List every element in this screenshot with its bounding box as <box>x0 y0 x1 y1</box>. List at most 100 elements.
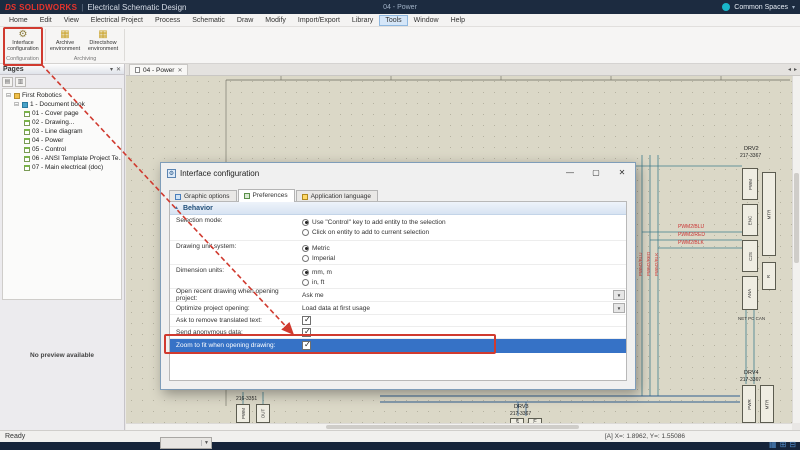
tab-scroll-left-icon[interactable]: ◂ <box>788 66 791 73</box>
menu-edit[interactable]: Edit <box>34 15 58 26</box>
checkbox-send-anonymous-data[interactable]: ✓ <box>302 328 311 337</box>
page-icon <box>24 156 30 162</box>
tree-collapse-icon[interactable]: ⊟ <box>14 101 20 108</box>
archive-environment-button[interactable]: ▦ Archive environment <box>47 29 83 55</box>
row-zoom-to-fit: Zoom to fit when opening drawing: ✓ <box>170 339 626 353</box>
archive-environment-icon: ▦ <box>60 29 69 40</box>
panel-close-icon[interactable]: ✕ <box>116 66 121 73</box>
component-footer: NET PC CAN <box>738 316 765 321</box>
project-icon <box>14 93 20 99</box>
component-port[interactable]: ENC <box>742 204 758 236</box>
row-open-recent-drawing: Open recent drawing when opening project… <box>170 289 626 302</box>
zoom-fit-icon[interactable]: ⊟ <box>789 440 796 449</box>
document-tab-power[interactable]: 04 - Power ✕ <box>129 64 188 75</box>
component-port[interactable]: C2S <box>742 240 758 272</box>
tree-item-document-book[interactable]: ⊟ 1 - Document book <box>3 100 121 109</box>
row-ask-remove-translated-text: Ask to remove translated text: ✓ <box>170 315 626 327</box>
bottom-dropdown-arrow-icon[interactable]: ▼ <box>201 440 211 446</box>
cursor-coordinates: [A] X=: 1.8962, Y=: 1.55086 <box>605 433 685 440</box>
tab-close-icon[interactable]: ✕ <box>177 67 182 74</box>
menu-tools[interactable]: Tools <box>379 15 407 26</box>
menu-library[interactable]: Library <box>346 15 379 26</box>
interface-configuration-icon: ⚙ <box>19 29 28 40</box>
titlebar: DS SOLIDWORKS | Electrical Schematic Des… <box>0 0 800 14</box>
zoom-window-icon[interactable]: ⊞ <box>780 440 787 449</box>
tab-scroll-right-icon[interactable]: ▸ <box>794 66 797 73</box>
radio-imperial[interactable] <box>302 255 309 262</box>
tree-item-main-electrical[interactable]: 07 - Main electrical (doc) <box>3 163 121 172</box>
checkbox-zoom-to-fit[interactable]: ✓ <box>302 341 311 350</box>
menu-draw[interactable]: Draw <box>231 15 259 26</box>
tree-item-control[interactable]: 05 - Control <box>3 145 121 154</box>
tree-item-power[interactable]: 04 - Power <box>3 136 121 145</box>
menu-import-export[interactable]: Import/Export <box>292 15 346 26</box>
tree-item-line-diagram[interactable]: 03 - Line diagram <box>3 127 121 136</box>
preferences-icon <box>244 193 250 199</box>
row-send-anonymous-data: Send anonymous data: ✓ <box>170 327 626 339</box>
pages-panel-header: Pages ▾ ✕ <box>0 64 124 75</box>
menu-home[interactable]: Home <box>3 15 34 26</box>
application-language-icon <box>302 194 308 200</box>
dialog-titlebar[interactable]: ⚙ Interface configuration — ▢ ✕ <box>161 163 635 183</box>
component-port[interactable]: PWM <box>236 404 250 423</box>
bottom-dropdown[interactable]: ▼ <box>160 437 212 449</box>
pages-panel: Pages ▾ ✕ ▤ ▥ ⊟ First Robotics ⊟ 1 - Doc… <box>0 64 125 430</box>
component-port[interactable]: R <box>762 262 776 290</box>
menu-process[interactable]: Process <box>149 15 186 26</box>
preferences-panel: ▲ Behavior Selection mode: Use "Control"… <box>169 201 627 381</box>
menu-electrical-project[interactable]: Electrical Project <box>85 15 149 26</box>
menu-schematic[interactable]: Schematic <box>186 15 231 26</box>
horizontal-scroll-thumb[interactable] <box>326 425 579 429</box>
vertical-scroll-thumb[interactable] <box>794 173 799 263</box>
component-part: 217-3367 <box>740 153 761 159</box>
menu-help[interactable]: Help <box>445 15 471 26</box>
component-port[interactable]: OUT <box>256 404 270 423</box>
menu-modify[interactable]: Modify <box>259 15 292 26</box>
pages-tool-button-2[interactable]: ▥ <box>15 77 26 87</box>
grid-view-icon[interactable]: ▦ <box>769 440 777 449</box>
tree-item-drawing[interactable]: 02 - Drawing... <box>3 118 121 127</box>
menu-view[interactable]: View <box>58 15 85 26</box>
checkbox-ask-remove-translated-text[interactable]: ✓ <box>302 316 311 325</box>
account-caret-icon[interactable]: ▾ <box>792 4 795 11</box>
tree-item-ansi-template[interactable]: 06 - ANSI Template Project Te... <box>3 154 121 163</box>
behavior-section-header[interactable]: ▲ Behavior <box>170 202 626 215</box>
component-port[interactable]: ANA <box>742 276 758 310</box>
vertical-scrollbar[interactable] <box>792 76 800 423</box>
app-name: Electrical Schematic Design <box>87 3 186 12</box>
dialog-maximize-button[interactable]: ▢ <box>583 163 609 183</box>
component-port[interactable]: PWR <box>742 385 756 423</box>
tab-preferences[interactable]: Preferences <box>238 189 295 202</box>
account-name[interactable]: Common Spaces <box>734 4 788 11</box>
row-selection-mode: Selection mode: Use "Control" key to add… <box>170 215 626 241</box>
wire-label-vertical: PWM2/BLU <box>638 252 643 276</box>
optimize-opening-value[interactable]: Load data at first usage <box>302 305 370 312</box>
interface-configuration-button[interactable]: ⚙ Interface configuration <box>5 29 41 55</box>
pages-panel-title: Pages <box>3 66 24 73</box>
open-recent-dropdown-icon[interactable]: ▼ <box>613 290 625 300</box>
directshow-environment-button[interactable]: ▦ Directshow environment <box>85 29 121 55</box>
radio-use-control-key[interactable] <box>302 219 309 226</box>
dialog-icon: ⚙ <box>167 169 176 178</box>
component-port[interactable]: MTR <box>760 385 774 423</box>
horizontal-scrollbar[interactable] <box>126 423 792 430</box>
radio-in-ft[interactable] <box>302 279 309 286</box>
dialog-minimize-button[interactable]: — <box>557 163 583 183</box>
ribbon: ⚙ Interface configuration ▦ Archive envi… <box>0 27 800 64</box>
open-recent-value[interactable]: Ask me <box>302 292 324 299</box>
menu-window[interactable]: Window <box>408 15 445 26</box>
radio-click-entity[interactable] <box>302 229 309 236</box>
dialog-close-button[interactable]: ✕ <box>609 163 635 183</box>
panel-pin-icon[interactable]: ▾ <box>110 66 113 73</box>
tree-item-project-root[interactable]: ⊟ First Robotics <box>3 91 121 100</box>
radio-mm-m[interactable] <box>302 269 309 276</box>
pages-tool-button-1[interactable]: ▤ <box>2 77 13 87</box>
page-icon <box>24 165 30 171</box>
component-port[interactable]: PWM <box>742 168 758 200</box>
radio-metric[interactable] <box>302 245 309 252</box>
pages-panel-toolbar: ▤ ▥ <box>2 76 26 87</box>
component-port[interactable]: MTR <box>762 172 776 256</box>
tree-collapse-icon[interactable]: ⊟ <box>6 92 12 99</box>
tree-item-cover-page[interactable]: 01 - Cover page <box>3 109 121 118</box>
optimize-opening-dropdown-icon[interactable]: ▼ <box>613 303 625 313</box>
